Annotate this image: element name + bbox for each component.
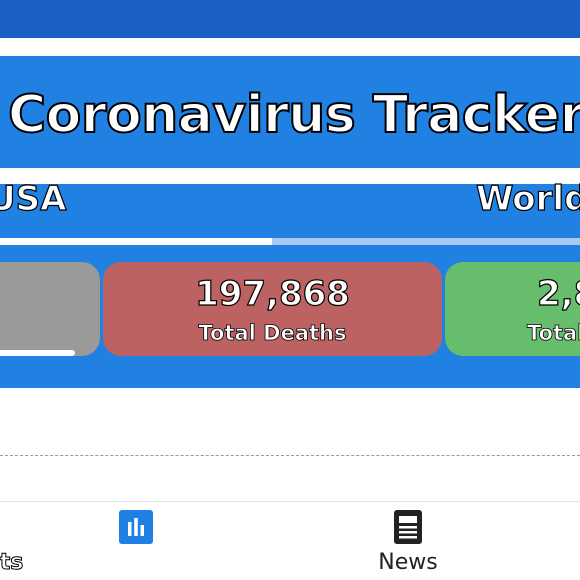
- nav-label-stats: Stats: [0, 550, 24, 576]
- nav-item-stats[interactable]: Stats: [0, 502, 290, 580]
- stat-label: Total Deaths: [198, 321, 347, 346]
- nav-item-news[interactable]: News: [290, 502, 580, 580]
- stat-value: 197,868: [194, 273, 350, 314]
- status-bar: [0, 0, 580, 38]
- app-title: Coronavirus Tracker: [7, 84, 580, 146]
- app-screen: Coronavirus Tracker USA World 3 197,868 …: [0, 0, 580, 580]
- nav-label-news: News: [378, 550, 438, 575]
- stat-card-deaths: 197,868 Total Deaths: [103, 262, 442, 356]
- stat-card-recovered: 2,8 Total: [445, 262, 580, 356]
- dashed-divider: [0, 455, 580, 456]
- bar-chart-icon: [119, 510, 153, 544]
- tab-indicator: [0, 238, 272, 245]
- stat-label: Total: [527, 321, 580, 346]
- card-progress-bar: [0, 350, 75, 356]
- stat-card-cases: 3: [0, 262, 100, 356]
- newspaper-icon: [394, 510, 422, 544]
- tab-usa[interactable]: USA: [0, 178, 67, 220]
- stat-value: 2,8: [536, 273, 580, 314]
- tab-world[interactable]: World: [475, 178, 580, 220]
- bottom-nav: Stats News: [0, 501, 580, 580]
